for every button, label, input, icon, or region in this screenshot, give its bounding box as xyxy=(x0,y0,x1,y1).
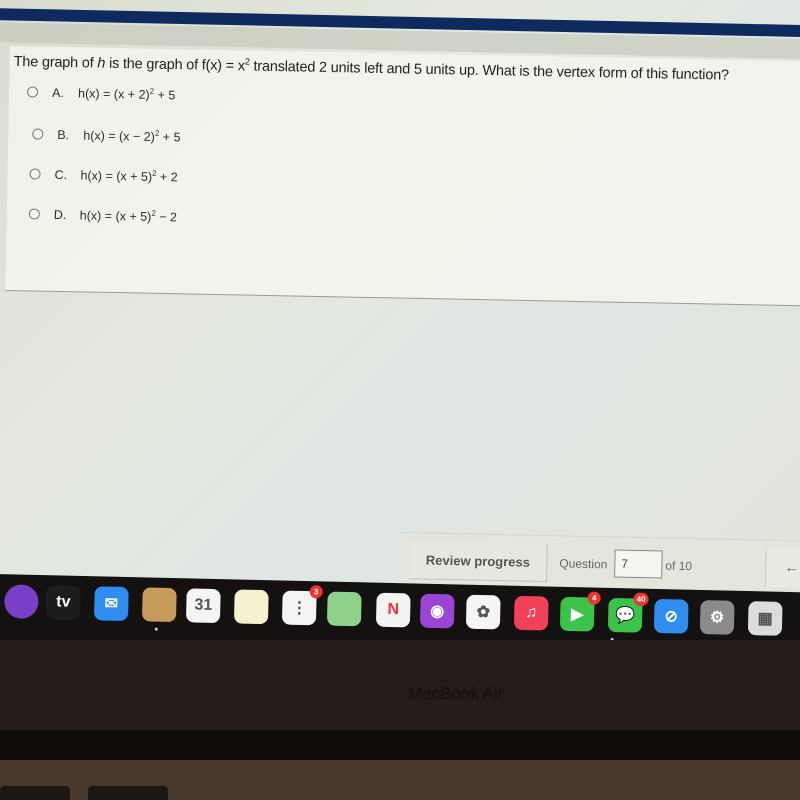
dock-app-siri[interactable] xyxy=(3,584,39,619)
dock-app-system-preferences[interactable]: ⚙ xyxy=(699,600,735,635)
photos-icon: ✿ xyxy=(476,603,491,622)
mail-icon: ✉ xyxy=(104,595,119,613)
question-label: Question xyxy=(559,556,608,572)
dock-app-reminders[interactable]: ⋮ 3 xyxy=(281,585,323,626)
notification-badge: 4 xyxy=(587,591,601,605)
radio-button[interactable] xyxy=(29,168,41,180)
dock-app-maps[interactable] xyxy=(326,591,362,627)
facetime-icon: ▶ xyxy=(570,606,584,624)
launchpad-icon: ▦ xyxy=(757,610,773,628)
review-progress-button[interactable]: Review progress xyxy=(409,541,548,583)
dock-app-calendar[interactable]: 31 xyxy=(185,588,221,624)
safari-icon: ⊘ xyxy=(664,608,679,626)
option-expression: h(x) = (x − 2)2 + 5 xyxy=(83,128,181,145)
dock-app-apple-tv[interactable]: tv xyxy=(45,585,81,620)
dock-app-messages[interactable]: 💬 40 xyxy=(607,592,649,633)
dock-app-facetime[interactable]: ▶ 4 xyxy=(559,591,601,632)
notification-badge: 40 xyxy=(633,592,649,606)
keyboard-key xyxy=(0,786,70,800)
dock-app-news[interactable]: N xyxy=(375,592,411,628)
music-icon: ♫ xyxy=(525,604,538,622)
podcasts-icon: ◉ xyxy=(430,602,445,621)
messages-icon: 💬 xyxy=(615,607,636,625)
question-total: of 10 xyxy=(665,558,693,574)
dock-app-podcasts[interactable]: ◉ xyxy=(419,593,455,629)
question-number-input[interactable]: 7 xyxy=(614,549,663,579)
option-expression: h(x) = (x + 5)2 − 2 xyxy=(79,208,178,225)
keyboard-key xyxy=(88,786,168,800)
system-preferences-icon: ⚙ xyxy=(709,609,725,627)
apple-tv-icon: tv xyxy=(56,593,71,611)
dock-app-mail[interactable]: ✉ xyxy=(93,586,129,622)
dock-app-launchpad[interactable]: ▦ xyxy=(747,601,783,636)
option-expression: h(x) = (x + 2)2 + 5 xyxy=(77,86,176,103)
laptop-hinge xyxy=(0,730,800,760)
dock-app-notes[interactable] xyxy=(233,589,269,625)
option-d[interactable]: D. h(x) = (x + 5)2 − 2 xyxy=(28,206,178,225)
dock-app-safari[interactable]: ⊘ xyxy=(653,598,689,634)
navigation-footer: Review progress Question 7 of 10 ← xyxy=(398,532,800,591)
arrow-left-icon: ← xyxy=(784,559,800,577)
radio-button[interactable] xyxy=(32,128,44,140)
back-button[interactable]: ← xyxy=(764,548,800,588)
radio-button[interactable] xyxy=(27,86,39,98)
question-text: The graph of h is the graph of f(x) = x2… xyxy=(13,53,730,84)
screen: The graph of h is the graph of f(x) = x2… xyxy=(0,0,800,630)
option-expression: h(x) = (x + 5)2 + 2 xyxy=(80,168,178,185)
calendar-icon: 31 xyxy=(194,596,213,614)
reminders-icon: ⋮ xyxy=(291,599,308,618)
option-c[interactable]: C. h(x) = (x + 5)2 + 2 xyxy=(29,166,178,185)
news-icon: N xyxy=(387,600,400,619)
brand-label: MacBook Air xyxy=(408,684,504,703)
dock-app-contacts[interactable] xyxy=(141,587,177,623)
dock-app-photos[interactable]: ✿ xyxy=(465,594,501,630)
dock-app-music[interactable]: ♫ xyxy=(513,595,549,631)
running-indicator xyxy=(154,627,158,631)
option-b[interactable]: B. h(x) = (x − 2)2 + 5 xyxy=(32,126,181,145)
radio-button[interactable] xyxy=(28,208,40,220)
option-a[interactable]: A. h(x) = (x + 2)2 + 5 xyxy=(27,84,175,102)
question-card: The graph of h is the graph of f(x) = x2… xyxy=(5,46,800,307)
notification-badge: 3 xyxy=(309,585,323,599)
laptop-bezel: MacBook Air xyxy=(0,640,800,730)
